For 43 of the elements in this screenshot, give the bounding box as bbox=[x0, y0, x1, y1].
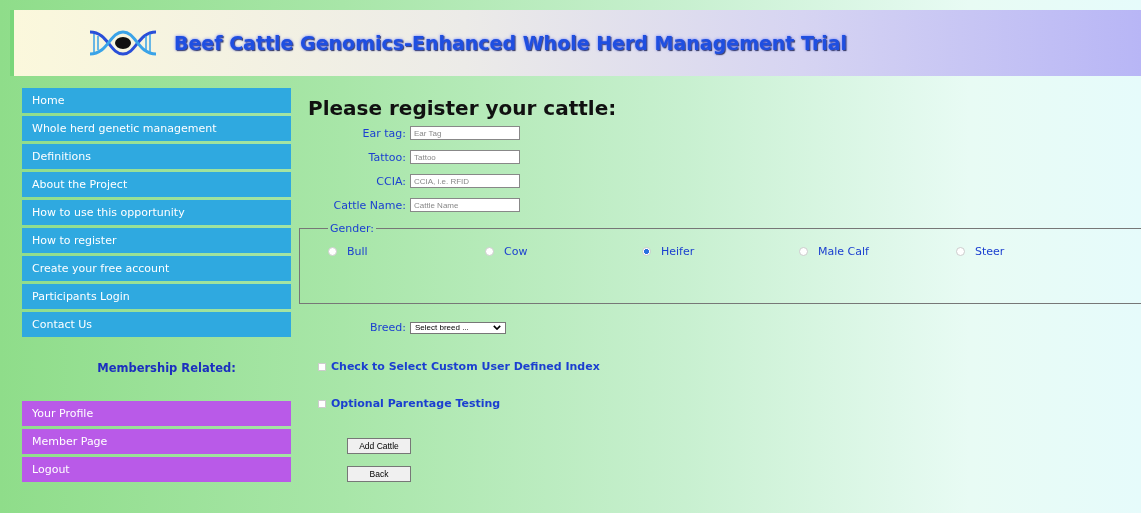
breed-dropdown[interactable]: Select breed ... bbox=[410, 321, 506, 334]
text-input-field[interactable]: Ear Tag bbox=[410, 126, 520, 140]
radio-label: Steer bbox=[975, 245, 1005, 258]
nav-link[interactable]: Create your free account bbox=[22, 256, 291, 281]
field-label: Tattoo: bbox=[367, 150, 406, 164]
nav-link[interactable]: Logout bbox=[22, 457, 291, 482]
checkbox[interactable] bbox=[318, 399, 326, 408]
nav-link[interactable]: Member Page bbox=[22, 429, 291, 454]
nav-link[interactable]: Home bbox=[22, 88, 291, 113]
radio-label: Cow bbox=[504, 245, 528, 258]
site-title: Beef Cattle Genomics-Enhanced Whole Herd Management Trial bbox=[174, 32, 848, 54]
nav-link[interactable]: Your Profile bbox=[22, 401, 291, 426]
section-heading: Membership Related: bbox=[96, 361, 236, 377]
form-button[interactable]: Back bbox=[347, 466, 411, 482]
form-title: Please register your cattle: bbox=[308, 96, 618, 120]
field-label: Cattle Name: bbox=[332, 198, 406, 212]
text-input-field[interactable]: CCIA, i.e. RFID bbox=[410, 174, 520, 188]
nav-link[interactable]: How to use this opportunity bbox=[22, 200, 291, 225]
field-label: Breed: bbox=[368, 321, 406, 334]
radio-button[interactable] bbox=[956, 247, 965, 256]
nav-link[interactable]: Contact Us bbox=[22, 312, 291, 337]
nav-link[interactable]: Participants Login bbox=[22, 284, 291, 309]
form-button[interactable]: Add Cattle bbox=[347, 438, 411, 454]
nav-link[interactable]: Whole herd genetic management bbox=[22, 116, 291, 141]
checkbox[interactable] bbox=[318, 362, 326, 371]
radio-button[interactable] bbox=[485, 247, 494, 256]
field-label: Ear tag: bbox=[361, 126, 406, 140]
checkbox-label: Optional Parentage Testing bbox=[331, 397, 501, 410]
field-label: CCIA: bbox=[375, 174, 406, 188]
group-legend: Gender: bbox=[328, 222, 377, 235]
radio-button[interactable] bbox=[642, 247, 651, 256]
radio-label: Male Calf bbox=[818, 245, 869, 258]
nav-link[interactable]: Definitions bbox=[22, 144, 291, 169]
radio-label: Bull bbox=[347, 245, 368, 258]
text-input-field[interactable]: Cattle Name bbox=[410, 198, 520, 212]
checkbox-label: Check to Select Custom User Defined Index bbox=[331, 360, 600, 373]
text-input-field[interactable]: Tattoo bbox=[410, 150, 520, 164]
nav-link[interactable]: How to register bbox=[22, 228, 291, 253]
radio-label: Heifer bbox=[661, 245, 695, 258]
radio-button[interactable] bbox=[328, 247, 337, 256]
chevron-down-icon bbox=[493, 325, 501, 330]
radio-button[interactable] bbox=[799, 247, 808, 256]
nav-link[interactable]: About the Project bbox=[22, 172, 291, 197]
